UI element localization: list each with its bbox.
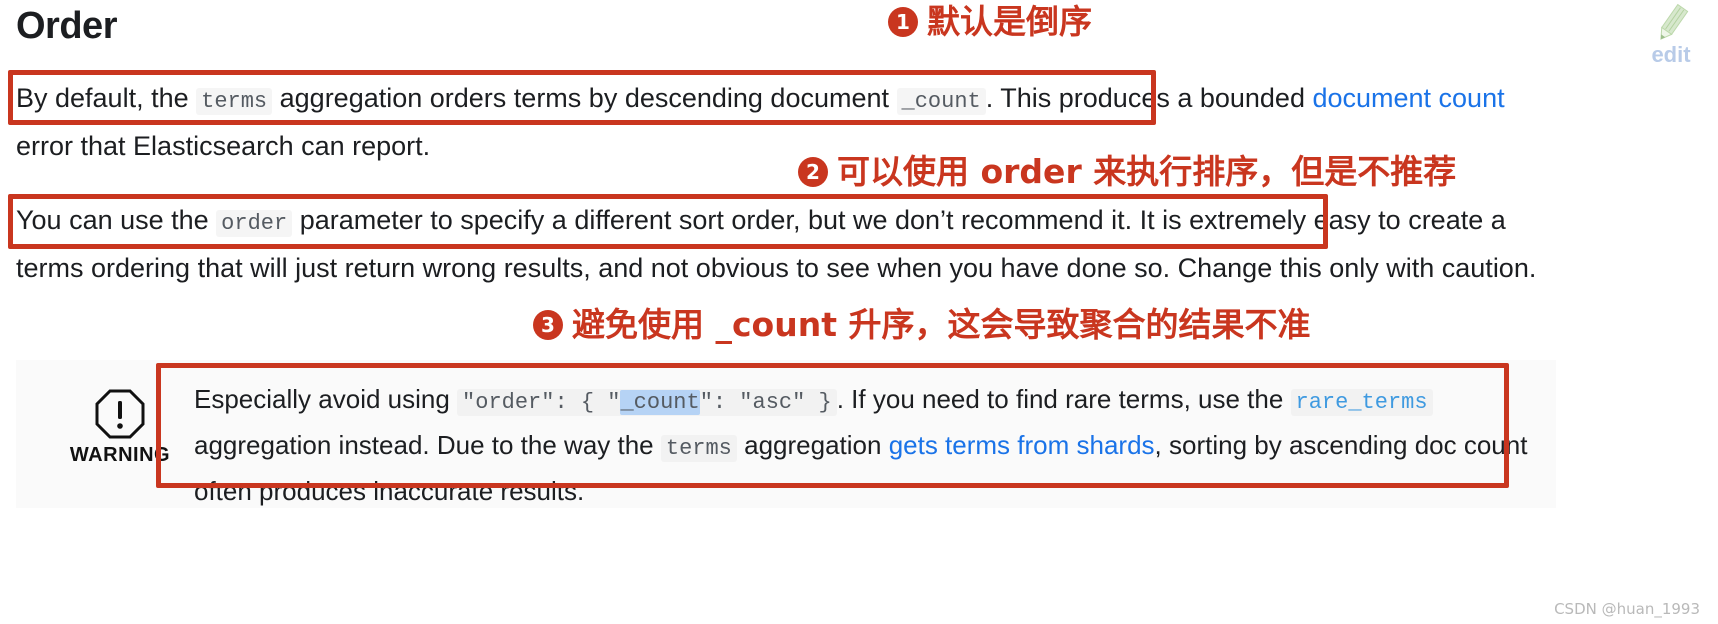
p1-text-2: aggregation orders terms by descending d…: [272, 83, 897, 113]
p1-text-3: . This produces a bounded: [985, 83, 1313, 113]
code-count-selected: _count: [620, 390, 700, 415]
annotation-caption-1: 1 默认是倒序: [888, 2, 1092, 42]
annotation-text-1: 默认是倒序: [927, 2, 1092, 41]
annotation-number-3: 3: [533, 310, 563, 340]
annotation-number-2: 2: [798, 157, 828, 187]
paragraph-order-parameter: You can use the order parameter to speci…: [16, 198, 1556, 290]
watermark: CSDN @huan_1993: [1554, 600, 1700, 618]
code-count: _count: [896, 88, 986, 115]
code-order-tail: ": "asc" }: [699, 390, 832, 415]
annotation-text-2: 可以使用 order 来执行排序，但是不推荐: [837, 152, 1457, 191]
warning-sidebar: WARNING: [60, 388, 180, 467]
code-terms: terms: [196, 88, 273, 115]
warning-label: WARNING: [69, 444, 171, 466]
warn-text-4: aggregation: [736, 430, 889, 460]
p1-text-1: By default, the: [16, 83, 197, 113]
annotation-text-3: 避免使用 _count 升序，这会导致聚合的结果不准: [572, 305, 1311, 344]
link-document-count[interactable]: document count: [1312, 83, 1504, 113]
code-terms-2: terms: [660, 435, 737, 462]
warning-octagon-icon: [60, 388, 180, 442]
code-order: order: [216, 210, 293, 237]
annotation-caption-2: 2 可以使用 order 来执行排序，但是不推荐: [798, 152, 1456, 192]
warn-text-1: Especially avoid using: [194, 384, 458, 414]
link-gets-terms-from-shards[interactable]: gets terms from shards: [889, 430, 1155, 460]
warn-text-3: aggregation instead. Due to the way the: [194, 430, 661, 460]
code-rare-terms: rare_terms: [1290, 389, 1433, 416]
p1-text-4: error that Elasticsearch can report.: [16, 131, 431, 161]
warning-body-text: Especially avoid using "order": { "_coun…: [194, 378, 1534, 513]
code-order-head: "order": { ": [462, 390, 621, 415]
annotation-caption-3: 3 避免使用 _count 升序，这会导致聚合的结果不准: [533, 305, 1310, 345]
edit-label: edit: [1651, 42, 1691, 67]
warning-admonition: WARNING Especially avoid using "order": …: [16, 360, 1556, 508]
p2-text-1: You can use the: [16, 205, 217, 235]
warn-text-2: . If you need to find rare terms, use th…: [836, 384, 1291, 414]
edit-button[interactable]: edit: [1636, 2, 1706, 66]
page-title: Order: [16, 5, 117, 47]
pencil-icon: [1636, 2, 1706, 46]
annotation-number-1: 1: [888, 7, 918, 37]
code-order-json: "order": { "_count": "asc" }: [457, 389, 837, 416]
